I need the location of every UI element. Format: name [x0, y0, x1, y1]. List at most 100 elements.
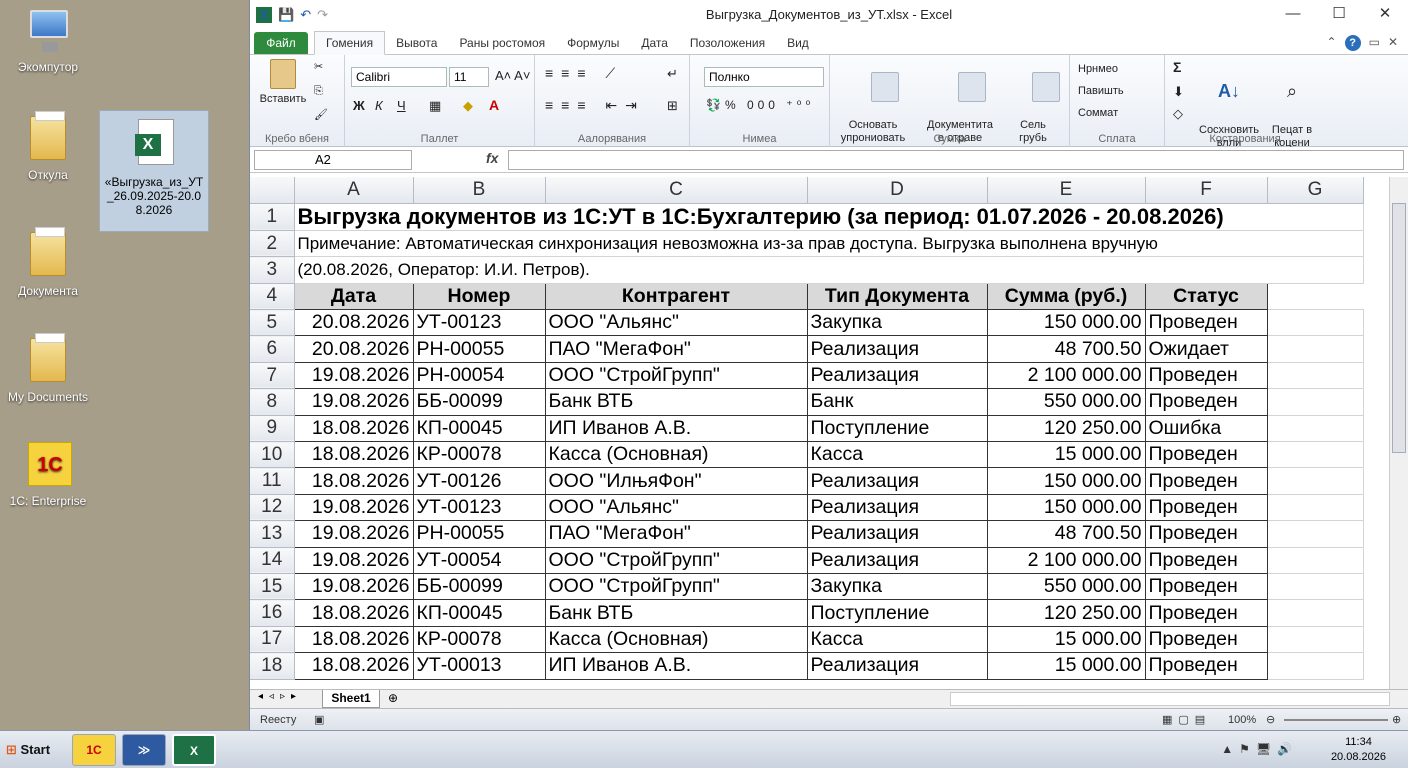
cell-doc-type[interactable]: Реализация	[806, 467, 988, 495]
empty-cell[interactable]	[1267, 362, 1364, 390]
cell-amount[interactable]: 150 000.00	[986, 467, 1146, 495]
cell-doc-type[interactable]: Банк	[806, 388, 988, 416]
cell-doc-type[interactable]: Реализация	[806, 546, 988, 574]
cell-number[interactable]: ББ-00099	[412, 572, 546, 601]
cell-date[interactable]: 18.08.2026	[293, 599, 414, 627]
tab-insert[interactable]: Вывота	[385, 32, 448, 54]
empty-cell[interactable]	[1267, 547, 1364, 574]
cell-date[interactable]: 19.08.2026	[293, 546, 414, 574]
row-header[interactable]: 12	[250, 494, 295, 522]
cell-doc-type[interactable]: Реализация	[806, 520, 988, 548]
cell-number[interactable]: УТ-00054	[412, 546, 546, 574]
column-header[interactable]: F	[1145, 177, 1268, 204]
copy-icon[interactable]: ⎘	[314, 85, 323, 98]
taskbar-excel-button[interactable]: X	[172, 734, 216, 766]
cell-status[interactable]: Проведен	[1144, 625, 1268, 654]
cell-doc-type[interactable]: Поступление	[806, 599, 988, 627]
column-header[interactable]: B	[413, 177, 546, 204]
help-icon[interactable]: ?	[1344, 35, 1361, 51]
cell-number[interactable]: УТ-00013	[412, 652, 546, 680]
note-line-1[interactable]: Примечание: Автоматическая синхронизация…	[294, 230, 1364, 258]
cell-amount[interactable]: 15 000.00	[986, 441, 1146, 469]
sheet-tab-sheet1[interactable]: Sheet1	[322, 690, 380, 708]
desktop-icon-folder-1[interactable]: Откула	[0, 111, 96, 182]
row-header[interactable]: 9	[250, 415, 295, 443]
header-cell-date[interactable]: Дата	[293, 282, 414, 311]
desktop-icon-1c-enterprise[interactable]: 1С 1C: Enterprise	[0, 438, 96, 508]
delete-cells-button[interactable]: Павишть	[1078, 85, 1124, 98]
tab-formulas[interactable]: Формулы	[556, 32, 630, 54]
cell-counterparty[interactable]: ООО "ИлњяФон"	[544, 467, 808, 495]
horizontal-scrollbar[interactable]	[950, 692, 1390, 706]
cell-date[interactable]: 18.08.2026	[293, 414, 414, 443]
cell-counterparty[interactable]: ИП Иванов А.В.	[544, 652, 808, 680]
cell-number[interactable]: РН-00055	[412, 520, 546, 548]
cell-doc-type[interactable]: Реализация	[806, 335, 988, 363]
empty-cell[interactable]	[1267, 599, 1364, 627]
cell-amount[interactable]: 15 000.00	[986, 625, 1146, 654]
cell-number[interactable]: КП-00045	[412, 414, 546, 443]
tab-review[interactable]: Позоложения	[679, 32, 776, 54]
minimize-button[interactable]: —	[1270, 0, 1316, 28]
cell-amount[interactable]: 550 000.00	[986, 388, 1146, 416]
taskbar-1c-button[interactable]: 1С	[72, 734, 116, 766]
fill-icon[interactable]: ⬇	[1173, 85, 1184, 98]
cell-amount[interactable]: 550 000.00	[986, 572, 1146, 601]
format-cells-button[interactable]: Соммат	[1078, 107, 1118, 120]
cell-amount[interactable]: 2 100 000.00	[986, 546, 1146, 574]
cell-date[interactable]: 18.08.2026	[293, 652, 414, 680]
column-header[interactable]: C	[545, 177, 808, 204]
view-buttons[interactable]: ▦▢▤	[1162, 709, 1211, 731]
cell-counterparty[interactable]: ИП Иванов А.В.	[544, 414, 808, 443]
macro-record-icon[interactable]: ▣	[314, 709, 324, 731]
font-name-select[interactable]: Calibri	[351, 67, 447, 87]
cell-number[interactable]: РН-00055	[412, 335, 546, 363]
cell-amount[interactable]: 150 000.00	[986, 493, 1146, 522]
cell-date[interactable]: 19.08.2026	[293, 388, 414, 416]
cell-status[interactable]: Проведен	[1144, 388, 1268, 416]
row-header[interactable]: 3	[250, 256, 295, 284]
cell-status[interactable]: Ожидает	[1144, 335, 1268, 363]
cell-counterparty[interactable]: ООО "СтройГрупп"	[544, 546, 808, 574]
vertical-align-icons[interactable]: ≡≡≡ ⟋	[545, 66, 623, 80]
cell-status[interactable]: Проведен	[1144, 361, 1268, 390]
cell-doc-type[interactable]: Закупка	[806, 572, 988, 601]
borders-icon[interactable]: ▦	[429, 99, 441, 112]
sheet-title-cell[interactable]: Выгрузка документов из 1С:УТ в 1С:Бухгал…	[294, 203, 1364, 231]
formula-input[interactable]	[508, 150, 1404, 170]
cell-amount[interactable]: 15 000.00	[986, 652, 1146, 680]
empty-cell[interactable]	[1267, 388, 1364, 416]
underline-button[interactable]: Ч	[397, 99, 406, 112]
wrap-text-icon[interactable]: ↵	[667, 67, 678, 80]
maximize-button[interactable]: ☐	[1316, 0, 1362, 28]
empty-cell[interactable]	[1267, 283, 1363, 311]
empty-cell[interactable]	[1267, 626, 1364, 654]
header-cell-amount[interactable]: Сумма (руб.)	[986, 282, 1146, 311]
row-header[interactable]: 4	[250, 283, 295, 311]
row-header[interactable]: 11	[250, 467, 295, 495]
redo-icon[interactable]: ↷	[317, 7, 328, 23]
tab-page-layout[interactable]: Раны ростомоя	[448, 32, 556, 54]
cell-status[interactable]: Проведен	[1144, 652, 1268, 680]
empty-cell[interactable]	[1267, 494, 1364, 522]
row-header[interactable]: 10	[250, 441, 295, 469]
insert-cells-button[interactable]: Нрнмео	[1078, 63, 1118, 76]
row-header[interactable]: 13	[250, 520, 295, 548]
font-color-icon[interactable]: A	[489, 98, 499, 112]
select-all-corner[interactable]	[250, 177, 295, 204]
cell-date[interactable]: 18.08.2026	[293, 441, 414, 469]
empty-cell[interactable]	[1267, 415, 1364, 443]
format-painter-icon[interactable]: 🖌	[314, 109, 328, 122]
header-cell-number[interactable]: Номер	[412, 282, 546, 311]
cell-doc-type[interactable]: Поступление	[806, 414, 988, 443]
cell-amount[interactable]: 150 000.00	[986, 309, 1146, 337]
row-header[interactable]: 5	[250, 309, 295, 337]
cell-counterparty[interactable]: Касса (Основная)	[544, 441, 808, 469]
close-workbook-icon[interactable]: ✕	[1388, 35, 1398, 51]
empty-cell[interactable]	[1267, 467, 1364, 495]
row-header[interactable]: 14	[250, 547, 295, 574]
empty-cell[interactable]	[1267, 573, 1364, 601]
cell-status[interactable]: Ошибка	[1144, 414, 1268, 443]
italic-button[interactable]: К	[375, 99, 383, 112]
grow-font-icon[interactable]: A˄ A˅	[495, 69, 530, 82]
